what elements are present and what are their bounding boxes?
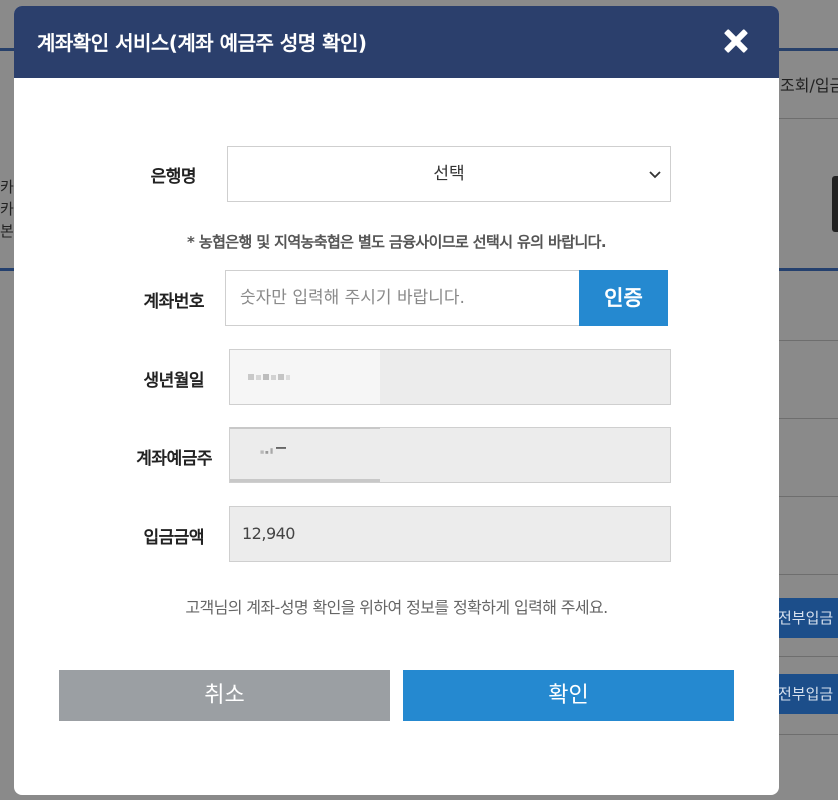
amount-field: 12,940	[229, 506, 671, 562]
confirm-button[interactable]: 확인	[403, 670, 734, 721]
cancel-button[interactable]: 취소	[59, 670, 390, 721]
amount-label: 입금금액	[143, 528, 204, 548]
bg-dark-button	[832, 176, 838, 232]
account-number-input[interactable]	[225, 270, 579, 326]
bg-header-line-left	[0, 48, 14, 51]
holder-field	[229, 427, 671, 483]
redacted-pixels	[248, 374, 290, 380]
bank-label: 은행명	[150, 167, 197, 187]
redacted-value	[230, 427, 380, 482]
redacted-pixels	[260, 447, 286, 454]
chevron-down-icon	[649, 171, 661, 179]
bg-pay-all-button: 전부입금	[776, 674, 838, 714]
bg-tab-label: 조회/입금	[780, 76, 838, 95]
account-verify-modal: 계좌확인 서비스(계좌 예금주 성명 확인) 은행명 선택 * 농협은행 및 지…	[14, 6, 779, 795]
birth-field	[229, 349, 671, 405]
bank-select-value: 선택	[433, 164, 465, 184]
redacted-value	[230, 350, 380, 404]
modal-header: 계좌확인 서비스(계좌 예금주 성명 확인)	[14, 6, 779, 78]
bank-select[interactable]: 선택	[227, 146, 671, 202]
field-topline	[230, 427, 380, 429]
field-underline	[230, 479, 380, 482]
modal-title: 계좌확인 서비스(계좌 예금주 성명 확인)	[37, 31, 367, 55]
auth-button[interactable]: 인증	[579, 270, 668, 326]
helper-text: 고객님의 계좌-성명 확인을 위하여 정보를 정확하게 입력해 주세요.	[185, 598, 608, 617]
bg-pay-all-button: 전부입금	[776, 598, 838, 638]
account-label: 계좌번호	[143, 292, 204, 312]
bank-notice: * 농협은행 및 지역농축협은 별도 금융사이므로 선택시 유의 바랍니다.	[187, 233, 607, 251]
holder-label: 계좌예금주	[136, 449, 212, 469]
birth-label: 생년월일	[143, 371, 204, 391]
close-icon[interactable]	[719, 24, 753, 58]
